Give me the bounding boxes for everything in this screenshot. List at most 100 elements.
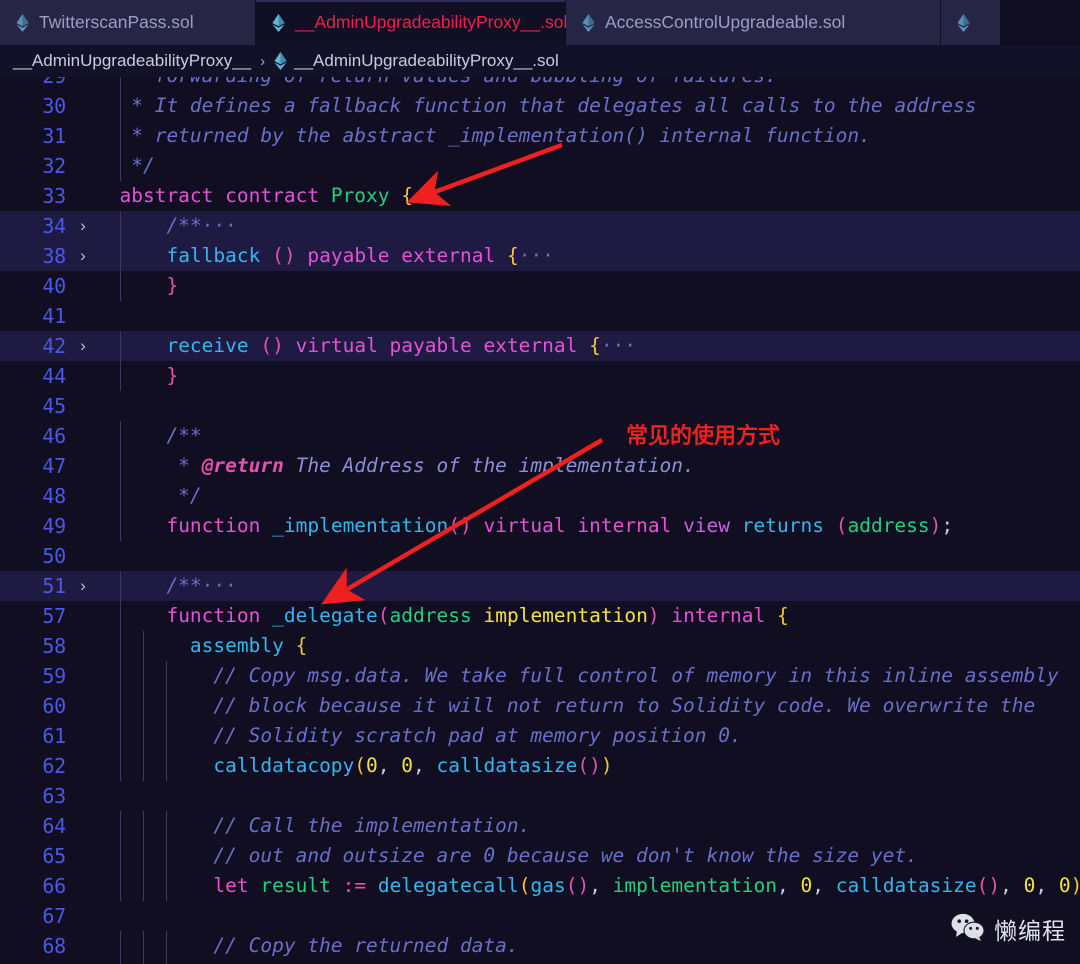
code-line[interactable]: 62 calldatacopy(0, 0, calldatasize()) [0, 751, 1080, 781]
code-line[interactable]: 64 // Call the implementation. [0, 811, 1080, 841]
code-token: * It defines a fallback function that de… [96, 94, 977, 117]
editor-tab-label: AccessControlUpgradeable.sol [605, 12, 846, 32]
code-token: returns [741, 514, 824, 537]
code-text: /**··· [96, 571, 1080, 601]
fold-chevron-icon[interactable]: › [70, 571, 96, 601]
code-line[interactable]: 40 } [0, 271, 1080, 301]
editor-tab-bar: TwitterscanPass.sol __AdminUpgradeability… [0, 0, 1080, 45]
code-line[interactable]: 42 › receive () virtual payable external … [0, 331, 1080, 361]
indent-guide [120, 811, 121, 841]
code-line[interactable]: 29 * forwarding of return values and bub… [0, 77, 1080, 91]
breadcrumb-separator-icon: › [260, 52, 266, 70]
code-line[interactable]: 48 */ [0, 481, 1080, 511]
indent-guide [143, 631, 144, 661]
code-line[interactable]: 46 /** [0, 421, 1080, 451]
code-line[interactable]: 47 * @return The Address of the implemen… [0, 451, 1080, 481]
indent-guide [120, 571, 121, 601]
code-token: ( [377, 604, 390, 627]
code-token: () [976, 874, 1001, 897]
indent-guide [143, 721, 144, 751]
code-line[interactable]: 59 // Copy msg.data. We take full contro… [0, 661, 1080, 691]
code-token: * [96, 454, 202, 477]
indent-guide [120, 661, 121, 691]
code-token: // Copy msg.data. We take full control o… [96, 664, 1059, 687]
code-editor[interactable]: 29 * forwarding of return values and bub… [0, 77, 1080, 964]
code-line[interactable]: 57 function _delegate(address implementa… [0, 601, 1080, 631]
code-line[interactable]: 32 */ [0, 151, 1080, 181]
line-number: 31 [42, 124, 66, 148]
code-token: , [1000, 874, 1024, 897]
code-token: assembly [189, 634, 284, 657]
code-text: */ [96, 481, 1080, 511]
code-line[interactable]: 30 * It defines a fallback function that… [0, 91, 1080, 121]
code-token: () [565, 874, 590, 897]
watermark-text: 懒编程 [994, 918, 1066, 944]
line-number: 44 [42, 364, 66, 388]
indent-guide [120, 841, 121, 871]
code-line[interactable]: 61 // Solidity scratch pad at memory pos… [0, 721, 1080, 751]
code-line[interactable]: 65 // out and outsize are 0 because we d… [0, 841, 1080, 871]
code-text: assembly { [96, 631, 1080, 661]
solidity-file-icon [16, 13, 29, 32]
code-text: // Call the implementation. [96, 811, 1080, 841]
code-token: } [96, 364, 179, 387]
indent-guide [166, 841, 167, 871]
code-token: abstract contract [96, 184, 331, 207]
fold-chevron-icon[interactable]: › [70, 331, 96, 361]
code-line[interactable]: 68 // Copy the returned data. [0, 931, 1080, 961]
code-line[interactable]: 44 } [0, 361, 1080, 391]
indent-guide [120, 361, 121, 391]
code-token: // block because it will not return to S… [96, 694, 1036, 717]
editor-tab[interactable] [941, 0, 1001, 45]
code-token: */ [96, 484, 202, 507]
code-token: 0 [366, 754, 378, 777]
code-line[interactable]: 51 › /**··· [0, 571, 1080, 601]
code-line[interactable]: 66 let result := delegatecall(gas(), imp… [0, 871, 1080, 901]
code-token: */ [96, 154, 155, 177]
code-token: 0 [800, 874, 813, 897]
code-line[interactable]: 67 [0, 901, 1080, 931]
fold-chevron-icon[interactable]: › [70, 241, 96, 271]
line-number: 49 [42, 514, 66, 538]
breadcrumb-folder[interactable]: __AdminUpgradeabilityProxy__ [13, 51, 251, 71]
code-line[interactable]: 49 function _implementation() virtual in… [0, 511, 1080, 541]
code-text: } [96, 271, 1080, 301]
code-line[interactable]: 41 [0, 301, 1080, 331]
line-number: 46 [42, 424, 66, 448]
fold-chevron-icon[interactable]: › [70, 211, 96, 241]
indent-guide [143, 691, 144, 721]
code-line[interactable]: 63 [0, 781, 1080, 811]
indent-guide [120, 241, 121, 271]
code-token: result [260, 874, 331, 897]
editor-tab[interactable]: TwitterscanPass.sol [0, 0, 256, 45]
code-line[interactable]: 33 abstract contract Proxy { [0, 181, 1080, 211]
code-line[interactable]: 58 assembly { [0, 631, 1080, 661]
code-token: () [577, 754, 601, 777]
editor-tab-label: __AdminUpgradeabilityProxy__.sol [295, 12, 568, 32]
code-token: calldatasize [835, 874, 977, 897]
code-token: implementation [612, 874, 778, 897]
code-line[interactable]: 45 [0, 391, 1080, 421]
code-line[interactable]: 34 › /**··· [0, 211, 1080, 241]
line-number: 58 [42, 634, 66, 658]
code-line[interactable]: 31 * returned by the abstract _implement… [0, 121, 1080, 151]
solidity-file-icon [582, 13, 595, 32]
breadcrumb-file[interactable]: __AdminUpgradeabilityProxy__.sol [294, 51, 559, 71]
code-token: /**··· [96, 214, 237, 237]
code-token: { [401, 184, 414, 207]
line-number: 68 [42, 934, 66, 958]
editor-tab[interactable]: AccessControlUpgradeable.sol [566, 0, 941, 45]
code-line[interactable]: 50 [0, 541, 1080, 571]
code-text: * @return The Address of the implementat… [96, 451, 1080, 481]
code-line[interactable]: 60 // block because it will not return t… [0, 691, 1080, 721]
editor-tab-active[interactable]: __AdminUpgradeabilityProxy__.sol9+✕ [256, 0, 623, 45]
code-line[interactable]: 38 › fallback () payable external {··· [0, 241, 1080, 271]
